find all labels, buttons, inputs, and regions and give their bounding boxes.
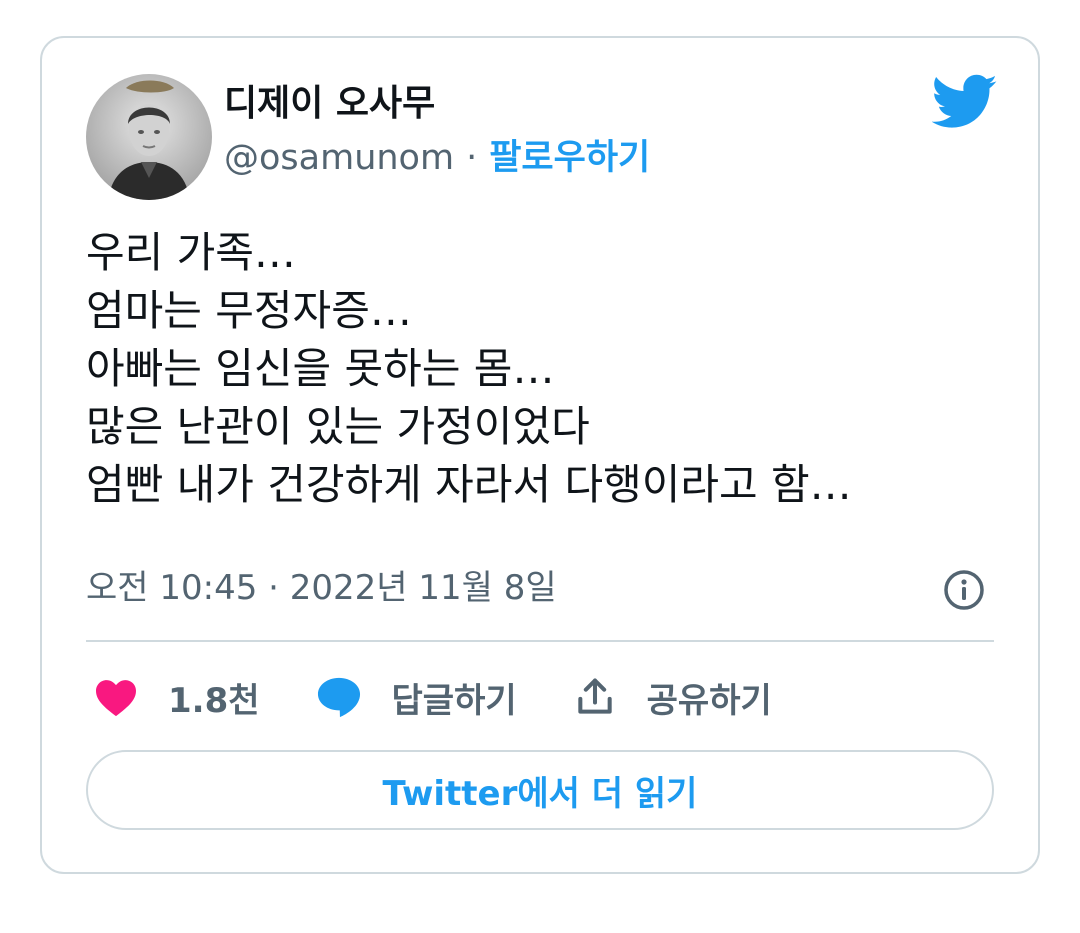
tweet-line: 아빠는 임신을 못하는 몸…: [86, 344, 555, 393]
heart-icon: [94, 677, 138, 717]
share-button[interactable]: 공유하기: [573, 673, 772, 722]
info-icon[interactable]: [942, 568, 986, 612]
divider: [86, 640, 994, 642]
handle-row: @osamunom · 팔로우하기: [224, 136, 650, 180]
display-name[interactable]: 디제이 오사무: [224, 82, 435, 126]
action-bar: 1.8천 답글하기 공유하기: [94, 673, 828, 722]
tweet-embed-card: 디제이 오사무 @osamunom · 팔로우하기 우리 가족… 엄마는 무정자…: [40, 36, 1040, 874]
reply-button[interactable]: 답글하기: [316, 673, 517, 722]
follow-button[interactable]: 팔로우하기: [489, 136, 650, 180]
share-label: 공유하기: [646, 680, 772, 721]
read-more-button[interactable]: Twitter에서 더 읽기: [86, 750, 994, 830]
separator-dot: ·: [466, 138, 478, 178]
user-handle[interactable]: @osamunom: [224, 136, 454, 180]
tweet-text: 우리 가족… 엄마는 무정자증… 아빠는 임신을 못하는 몸… 많은 난관이 있…: [86, 224, 1006, 514]
tweet-line: 엄빤 내가 건강하게 자라서 다행이라고 함…: [86, 460, 852, 509]
reply-bubble-icon: [316, 675, 362, 719]
like-button[interactable]: 1.8천: [94, 673, 260, 722]
reply-label: 답글하기: [391, 680, 517, 721]
like-count: 1.8천: [168, 680, 260, 721]
tweet-timestamp[interactable]: 오전 10:45 · 2022년 11월 8일: [86, 566, 557, 610]
share-icon: [573, 675, 617, 719]
tweet-line: 엄마는 무정자증…: [86, 286, 412, 335]
tweet-line: 우리 가족…: [86, 228, 296, 277]
avatar[interactable]: [86, 74, 212, 200]
tweet-line: 많은 난관이 있는 가정이었다: [86, 402, 590, 451]
twitter-bird-icon[interactable]: [931, 74, 998, 130]
